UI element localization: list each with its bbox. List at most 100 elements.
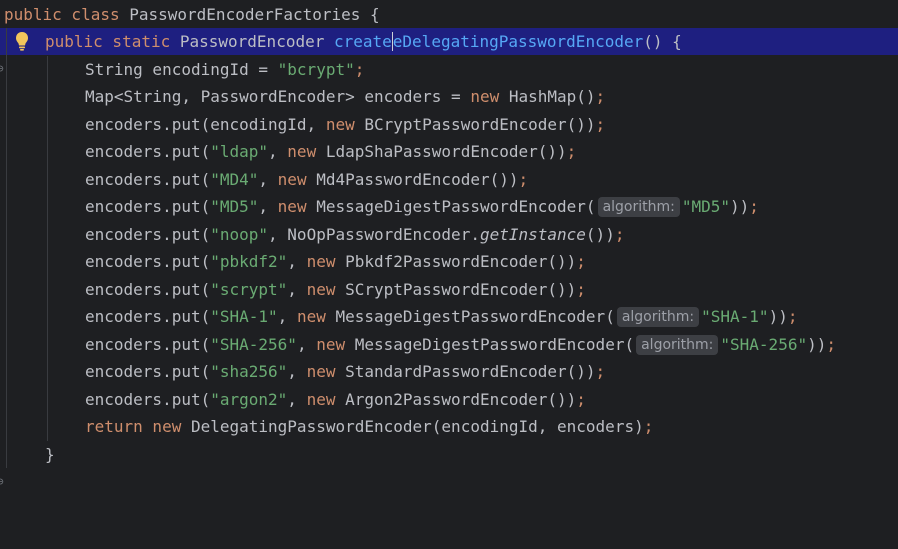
string-literal: "bcrypt" <box>277 60 355 79</box>
code-token: Map<String, PasswordEncoder> encoders = <box>85 87 471 106</box>
parameter-hint: algorithm: <box>597 197 680 217</box>
code-token: Pbkdf2PasswordEncoder()) <box>345 252 577 271</box>
lightbulb-icon[interactable] <box>14 31 30 51</box>
keyword-token: ; <box>595 362 606 381</box>
code-line-content: public class PasswordEncoderFactories { <box>4 1 380 28</box>
string-literal: "SHA-256" <box>720 335 808 354</box>
string-literal: "SHA-1" <box>701 307 769 326</box>
string-literal: "MD5" <box>210 197 259 216</box>
code-token: , <box>277 307 297 326</box>
keyword-token: new <box>306 390 346 409</box>
keyword-token: ; <box>595 115 606 134</box>
code-line-10[interactable]: encoders.put("pbkdf2", new Pbkdf2Passwor… <box>0 248 898 275</box>
method-name-token: create <box>333 32 392 51</box>
code-token: HashMap() <box>508 87 596 106</box>
code-line-content: encoders.put("sha256", new StandardPassw… <box>85 358 605 385</box>
code-line-17[interactable]: ⊖ } <box>0 441 898 488</box>
keyword-token: public static <box>45 32 180 51</box>
code-token: LdapShaPasswordEncoder()) <box>325 142 567 161</box>
code-line-content: encoders.put("scrypt", new SCryptPasswor… <box>85 276 586 303</box>
code-token: )) <box>807 335 827 354</box>
keyword-token: ; <box>518 170 529 189</box>
code-line-9[interactable]: encoders.put("noop", NoOpPasswordEncoder… <box>0 221 898 248</box>
code-token: StandardPasswordEncoder()) <box>345 362 596 381</box>
code-token: , <box>296 335 317 354</box>
code-line-7[interactable]: encoders.put("MD4", new Md4PasswordEncod… <box>0 166 898 193</box>
code-token: } <box>45 445 55 464</box>
code-line-15[interactable]: encoders.put("argon2", new Argon2Passwor… <box>0 386 898 413</box>
code-line-3[interactable]: String encodingId = "bcrypt"; <box>0 56 898 83</box>
method-name-token: eDelegatingPasswordEncoder <box>392 32 644 51</box>
code-token: SCryptPasswordEncoder()) <box>345 280 577 299</box>
code-line-5[interactable]: encoders.put(encodingId, new BCryptPassw… <box>0 111 898 138</box>
code-line-content: encoders.put("ldap", new LdapShaPassword… <box>85 138 576 165</box>
code-token: () { <box>643 32 682 51</box>
code-token: MessageDigestPasswordEncoder( <box>335 307 615 326</box>
keyword-token: new <box>306 280 346 299</box>
code-line-13[interactable]: encoders.put("SHA-256", new MessageDiges… <box>0 331 898 358</box>
code-token: PasswordEncoderFactories { <box>129 5 380 24</box>
keyword-token: ; <box>749 197 759 216</box>
code-editor[interactable]: public class PasswordEncoderFactories { … <box>0 0 898 488</box>
code-token: NoOpPasswordEncoder. <box>287 225 480 244</box>
code-token: )) <box>768 307 788 326</box>
code-token: encoders.put( <box>85 142 211 161</box>
code-line-content: String encodingId = "bcrypt"; <box>85 56 364 83</box>
code-line-2-current[interactable]: ⊖ public static PasswordEncoder createeD… <box>0 28 898 75</box>
code-line-1[interactable]: public class PasswordEncoderFactories { <box>0 1 898 28</box>
code-token: ()) <box>585 225 615 244</box>
method-end-fold-marker-icon[interactable]: ⊖ <box>0 468 7 495</box>
keyword-token: ; <box>643 417 654 436</box>
keyword-token: ; <box>566 142 577 161</box>
code-token: getInstance <box>479 225 586 244</box>
keyword-token: new <box>296 307 336 326</box>
code-line-8[interactable]: encoders.put("MD5", new MessageDigestPas… <box>0 193 898 220</box>
code-token: , <box>258 170 278 189</box>
keyword-token: new <box>277 197 317 216</box>
code-token: MessageDigestPasswordEncoder( <box>316 197 596 216</box>
code-line-14[interactable]: encoders.put("sha256", new StandardPassw… <box>0 358 898 385</box>
code-token: BCryptPasswordEncoder()) <box>364 115 596 134</box>
parameter-hint: algorithm: <box>616 307 700 327</box>
code-line-content: } <box>45 441 55 468</box>
code-token: Md4PasswordEncoder()) <box>316 170 519 189</box>
keyword-token: new <box>306 362 346 381</box>
code-token: Argon2PasswordEncoder()) <box>345 390 577 409</box>
keyword-token: ; <box>595 87 606 106</box>
code-token: encoders.put( <box>85 280 211 299</box>
string-literal: "ldap" <box>210 142 269 161</box>
string-literal: "sha256" <box>210 362 288 381</box>
code-line-6[interactable]: encoders.put("ldap", new LdapShaPassword… <box>0 138 898 165</box>
string-literal: "MD4" <box>210 170 259 189</box>
code-line-content: encoders.put("SHA-1", new MessageDigestP… <box>85 303 797 330</box>
keyword-token: new <box>287 142 326 161</box>
code-line-content: public static PasswordEncoder createeDel… <box>45 28 682 55</box>
code-token: , <box>287 252 307 271</box>
indent-guide <box>47 56 48 441</box>
keyword-token: ; <box>826 335 836 354</box>
code-token: encoders.put( <box>85 335 211 354</box>
keyword-token: new <box>316 335 355 354</box>
code-token: , <box>268 225 288 244</box>
code-line-content: encoders.put("MD5", new MessageDigestPas… <box>85 193 759 220</box>
code-token: , <box>258 197 278 216</box>
code-token: MessageDigestPasswordEncoder( <box>354 335 635 354</box>
keyword-token: new <box>306 252 346 271</box>
string-literal: "pbkdf2" <box>210 252 288 271</box>
string-literal: "SHA-256" <box>210 335 297 354</box>
keyword-token: new <box>325 115 365 134</box>
code-token: DelegatingPasswordEncoder(encodingId, en… <box>190 417 644 436</box>
code-token: PasswordEncoder <box>179 32 334 51</box>
keyword-token: ; <box>354 60 365 79</box>
string-literal: "SHA-1" <box>210 307 278 326</box>
code-line-4[interactable]: Map<String, PasswordEncoder> encoders = … <box>0 83 898 110</box>
code-line-12[interactable]: encoders.put("SHA-1", new MessageDigestP… <box>0 303 898 330</box>
code-line-11[interactable]: encoders.put("scrypt", new SCryptPasswor… <box>0 276 898 303</box>
keyword-token: ; <box>576 390 586 409</box>
code-token: encoders.put(encodingId, <box>85 115 326 134</box>
keyword-token: new <box>470 87 509 106</box>
code-token: , <box>287 390 307 409</box>
code-token: encoders.put( <box>85 307 211 326</box>
keyword-token: return new <box>85 417 191 436</box>
code-line-16[interactable]: return new DelegatingPasswordEncoder(enc… <box>0 413 898 440</box>
